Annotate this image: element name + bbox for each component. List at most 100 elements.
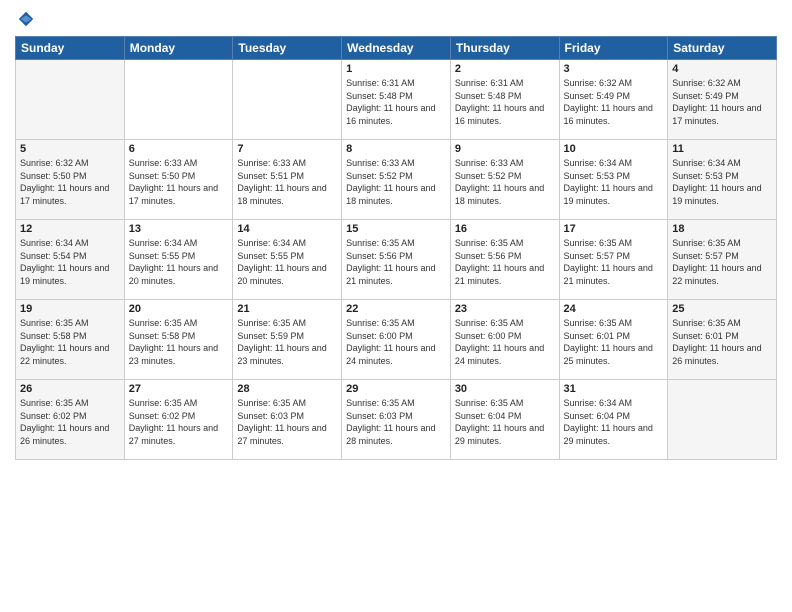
day-number: 17 [564,223,664,235]
calendar-header-saturday: Saturday [668,37,777,60]
calendar-cell: 20Sunrise: 6:35 AM Sunset: 5:58 PM Dayli… [124,300,233,380]
calendar-cell: 8 Sunrise: 6:33 AM Sunset: 5:52 PM Daylig… [342,140,451,220]
day-info: Sunrise: 6:33 AM Sunset: 5:50 PM Dayligh… [129,157,229,207]
day-number: 10 [564,143,664,155]
day-number: 31 [564,383,664,395]
logo-icon [17,10,35,28]
calendar-cell: 27 Sunrise: 6:35 AM Sunset: 6:02 PM Dayli… [124,380,233,460]
day-info: Sunrise: 6:35 AM Sunset: 6:03 PM Dayligh… [346,397,446,447]
day-number: 23 [455,303,555,315]
calendar-cell [233,60,342,140]
day-number: 5 [20,143,120,155]
day-info: Sunrise: 6:32 AM Sunset: 5:50 PM Dayligh… [20,157,120,207]
day-info: Sunrise: 6:35 AM Sunset: 5:57 PM Dayligh… [672,237,772,287]
day-number: 18 [672,223,772,235]
day-number: 24 [564,303,664,315]
day-info: Sunrise: 6:35 AM Sunset: 6:02 PM Dayligh… [20,397,120,447]
day-number: 9 [455,143,555,155]
calendar: SundayMondayTuesdayWednesdayThursdayFrid… [15,36,777,460]
day-number: 25 [672,303,772,315]
day-number: 2 [455,63,555,75]
calendar-cell: 9 Sunrise: 6:33 AM Sunset: 5:52 PM Daylig… [450,140,559,220]
calendar-cell: 11 Sunrise: 6:34 AM Sunset: 5:53 PM Dayli… [668,140,777,220]
calendar-cell: 4 Sunrise: 6:32 AM Sunset: 5:49 PM Daylig… [668,60,777,140]
calendar-cell: 23 Sunrise: 6:35 AM Sunset: 6:00 PM Dayli… [450,300,559,380]
logo [15,10,35,28]
calendar-cell: 13 Sunrise: 6:34 AM Sunset: 5:55 PM Dayli… [124,220,233,300]
day-number: 1 [346,63,446,75]
day-number: 4 [672,63,772,75]
calendar-header-tuesday: Tuesday [233,37,342,60]
calendar-cell: 1 Sunrise: 6:31 AM Sunset: 5:48 PM Daylig… [342,60,451,140]
page: SundayMondayTuesdayWednesdayThursdayFrid… [0,0,792,612]
day-number: 27 [129,383,229,395]
day-info: Sunrise: 6:34 AM Sunset: 5:55 PM Dayligh… [237,237,337,287]
day-info: Sunrise: 6:34 AM Sunset: 6:04 PM Dayligh… [564,397,664,447]
day-info: Sunrise: 6:35 AM Sunset: 5:56 PM Dayligh… [455,237,555,287]
calendar-cell: 7Sunrise: 6:33 AM Sunset: 5:51 PM Daylig… [233,140,342,220]
calendar-cell: 31 Sunrise: 6:34 AM Sunset: 6:04 PM Dayli… [559,380,668,460]
calendar-week-4: 26 Sunrise: 6:35 AM Sunset: 6:02 PM Dayli… [16,380,777,460]
calendar-header-row: SundayMondayTuesdayWednesdayThursdayFrid… [16,37,777,60]
day-number: 14 [237,223,337,235]
calendar-cell: 21 Sunrise: 6:35 AM Sunset: 5:59 PM Dayli… [233,300,342,380]
calendar-header-friday: Friday [559,37,668,60]
day-number: 15 [346,223,446,235]
calendar-cell: 5 Sunrise: 6:32 AM Sunset: 5:50 PM Daylig… [16,140,125,220]
day-info: Sunrise: 6:35 AM Sunset: 5:59 PM Dayligh… [237,317,337,367]
day-number: 29 [346,383,446,395]
calendar-week-0: 1 Sunrise: 6:31 AM Sunset: 5:48 PM Daylig… [16,60,777,140]
day-info: Sunrise: 6:35 AM Sunset: 5:58 PM Dayligh… [20,317,120,367]
day-number: 30 [455,383,555,395]
calendar-week-2: 12 Sunrise: 6:34 AM Sunset: 5:54 PM Dayli… [16,220,777,300]
day-number: 12 [20,223,120,235]
day-info: Sunrise: 6:35 AM Sunset: 6:03 PM Dayligh… [237,397,337,447]
calendar-cell: 25 Sunrise: 6:35 AM Sunset: 6:01 PM Dayli… [668,300,777,380]
calendar-cell: 19 Sunrise: 6:35 AM Sunset: 5:58 PM Dayli… [16,300,125,380]
day-info: Sunrise: 6:33 AM Sunset: 5:52 PM Dayligh… [346,157,446,207]
calendar-cell: 28Sunrise: 6:35 AM Sunset: 6:03 PM Dayli… [233,380,342,460]
calendar-cell: 14 Sunrise: 6:34 AM Sunset: 5:55 PM Dayli… [233,220,342,300]
day-info: Sunrise: 6:35 AM Sunset: 5:57 PM Dayligh… [564,237,664,287]
day-info: Sunrise: 6:35 AM Sunset: 6:01 PM Dayligh… [564,317,664,367]
day-number: 6 [129,143,229,155]
day-info: Sunrise: 6:35 AM Sunset: 6:02 PM Dayligh… [129,397,229,447]
header [15,10,777,28]
calendar-cell [668,380,777,460]
calendar-cell: 12 Sunrise: 6:34 AM Sunset: 5:54 PM Dayli… [16,220,125,300]
day-number: 20 [129,303,229,315]
day-info: Sunrise: 6:35 AM Sunset: 5:56 PM Dayligh… [346,237,446,287]
calendar-cell: 2 Sunrise: 6:31 AM Sunset: 5:48 PM Daylig… [450,60,559,140]
day-info: Sunrise: 6:31 AM Sunset: 5:48 PM Dayligh… [455,77,555,127]
day-info: Sunrise: 6:32 AM Sunset: 5:49 PM Dayligh… [564,77,664,127]
calendar-cell: 18 Sunrise: 6:35 AM Sunset: 5:57 PM Dayli… [668,220,777,300]
day-number: 16 [455,223,555,235]
day-info: Sunrise: 6:34 AM Sunset: 5:54 PM Dayligh… [20,237,120,287]
calendar-header-monday: Monday [124,37,233,60]
day-info: Sunrise: 6:34 AM Sunset: 5:55 PM Dayligh… [129,237,229,287]
day-number: 19 [20,303,120,315]
calendar-cell: 15 Sunrise: 6:35 AM Sunset: 5:56 PM Dayli… [342,220,451,300]
day-info: Sunrise: 6:35 AM Sunset: 6:01 PM Dayligh… [672,317,772,367]
calendar-week-1: 5 Sunrise: 6:32 AM Sunset: 5:50 PM Daylig… [16,140,777,220]
day-info: Sunrise: 6:34 AM Sunset: 5:53 PM Dayligh… [564,157,664,207]
day-info: Sunrise: 6:32 AM Sunset: 5:49 PM Dayligh… [672,77,772,127]
calendar-cell: 6 Sunrise: 6:33 AM Sunset: 5:50 PM Daylig… [124,140,233,220]
day-info: Sunrise: 6:35 AM Sunset: 6:04 PM Dayligh… [455,397,555,447]
day-info: Sunrise: 6:31 AM Sunset: 5:48 PM Dayligh… [346,77,446,127]
day-number: 13 [129,223,229,235]
day-info: Sunrise: 6:33 AM Sunset: 5:51 PM Dayligh… [237,157,337,207]
calendar-header-sunday: Sunday [16,37,125,60]
day-info: Sunrise: 6:35 AM Sunset: 6:00 PM Dayligh… [346,317,446,367]
day-number: 3 [564,63,664,75]
day-info: Sunrise: 6:34 AM Sunset: 5:53 PM Dayligh… [672,157,772,207]
day-info: Sunrise: 6:33 AM Sunset: 5:52 PM Dayligh… [455,157,555,207]
day-number: 8 [346,143,446,155]
day-number: 21 [237,303,337,315]
day-number: 11 [672,143,772,155]
day-number: 26 [20,383,120,395]
calendar-week-3: 19 Sunrise: 6:35 AM Sunset: 5:58 PM Dayli… [16,300,777,380]
calendar-cell: 24 Sunrise: 6:35 AM Sunset: 6:01 PM Dayli… [559,300,668,380]
calendar-cell: 3 Sunrise: 6:32 AM Sunset: 5:49 PM Daylig… [559,60,668,140]
day-info: Sunrise: 6:35 AM Sunset: 6:00 PM Dayligh… [455,317,555,367]
